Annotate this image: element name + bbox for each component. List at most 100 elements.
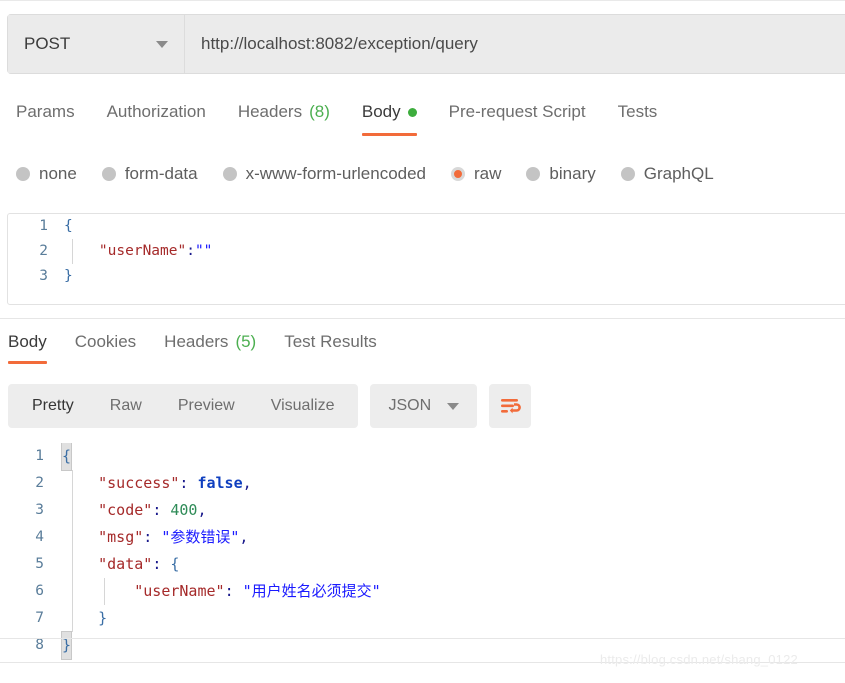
code-text: } [60,631,73,660]
radio-form-data[interactable]: form-data [86,164,207,184]
radio-raw[interactable]: raw [435,164,510,184]
request-tabs: Params Authorization Headers (8) Body Pr… [0,100,845,142]
indent-guide [72,239,73,264]
top-divider [0,0,845,1]
line-number: 6 [35,583,44,599]
radio-label: GraphQL [643,164,714,183]
code-line: 1 { [8,214,845,239]
request-url-bar: POST http://localhost:8082/exception/que… [7,14,845,74]
radio-binary[interactable]: binary [510,164,604,184]
view-mode-raw[interactable]: Raw [92,384,160,428]
tab-label: Body [361,102,401,121]
code-line: 3 "code": 400, [0,497,845,524]
code-line: 2 "userName":"" [8,239,845,264]
line-number: 7 [35,610,44,626]
line-number: 2 [35,475,44,491]
response-tab-cookies[interactable]: Cookies [61,330,150,364]
code-text: "msg": "参数错误", [62,528,249,546]
request-body-editor[interactable]: 1 { 2 "userName":"" 3 } [7,213,845,305]
response-headers-count: (5) [235,332,257,351]
tab-headers[interactable]: Headers (8) [222,100,346,136]
line-number: 1 [39,218,48,234]
indent-guide [104,578,105,605]
radio-none[interactable]: none [0,164,86,184]
line-number: 2 [39,243,48,259]
radio-label: binary [549,164,596,183]
radio-dot-icon [222,167,237,181]
code-text: { [64,218,73,234]
radio-graphql[interactable]: GraphQL [605,164,723,184]
code-text: "data": { [62,555,180,573]
response-code: 1 { 2 "success": false, 3 "code": 400, 4… [0,443,845,660]
response-view-toolbar: Pretty Raw Preview Visualize JSON [8,384,532,428]
indent-guide [72,578,73,605]
request-url-input[interactable]: http://localhost:8082/exception/query [185,15,845,73]
code-text: "success": false, [62,474,252,492]
line-number: 3 [35,502,44,518]
radio-dot-icon [101,167,116,181]
body-active-dot-icon [407,107,417,117]
code-text: "userName": "用户姓名必须提交" [62,582,381,600]
body-type-radio-group: none form-data x-www-form-urlencoded raw… [0,156,845,192]
response-tabs: Body Cookies Headers (5) Test Results [0,330,845,370]
code-line: 2 "success": false, [0,470,845,497]
chevron-down-icon [447,402,460,410]
line-number: 1 [35,448,44,464]
radio-dot-selected-icon [451,167,466,181]
code-line: 3 } [8,264,845,289]
view-mode-visualize[interactable]: Visualize [253,384,353,428]
indent-guide [72,551,73,578]
view-mode-preview[interactable]: Preview [160,384,253,428]
indent-guide [72,470,73,497]
word-wrap-icon [501,399,521,414]
tab-label: Authorization [106,102,206,121]
tab-body[interactable]: Body [346,100,433,136]
code-text: { [60,443,73,471]
tab-label: Params [16,102,75,121]
chevron-down-icon [156,40,168,48]
tab-pre-request-script[interactable]: Pre-request Script [433,100,602,136]
code-text: } [64,268,73,284]
tab-params[interactable]: Params [0,100,91,136]
tab-label: Test Results [284,332,377,351]
response-tab-test-results[interactable]: Test Results [270,330,391,364]
response-tab-headers[interactable]: Headers (5) [150,330,270,364]
watermark: https://blog.csdn.net/shang_0122 [600,652,798,667]
http-method-select[interactable]: POST [8,15,185,73]
tab-label: Tests [617,102,658,121]
section-divider [0,318,845,319]
tab-label: Headers [237,102,303,121]
code-text: } [62,609,108,627]
response-format-label: JSON [388,397,432,414]
headers-count: (8) [309,102,330,121]
radio-label: none [39,164,77,183]
code-line: 1 { [0,443,845,471]
indent-guide [72,524,73,551]
line-number: 8 [35,637,44,653]
response-body-viewer[interactable]: 1 { 2 "success": false, 3 "code": 400, 4… [0,443,845,663]
indent-guide [72,497,73,524]
view-mode-group: Pretty Raw Preview Visualize [8,384,359,428]
response-tab-body[interactable]: Body [0,330,61,364]
tab-label: Pre-request Script [448,102,586,121]
word-wrap-toggle[interactable] [489,384,532,428]
tab-label: Body [8,332,47,351]
radio-label: raw [474,164,502,183]
response-bottom-divider [0,638,845,639]
radio-x-www-form-urlencoded[interactable]: x-www-form-urlencoded [207,164,435,184]
radio-dot-icon [526,167,541,181]
indent-guide [72,605,73,632]
radio-dot-icon [16,167,30,181]
http-method-label: POST [24,34,71,53]
tab-tests[interactable]: Tests [602,100,674,136]
code-line: 7 } [0,605,845,632]
response-format-select[interactable]: JSON [370,384,478,428]
tab-authorization[interactable]: Authorization [91,100,222,136]
code-line: 5 "data": { [0,551,845,578]
tab-label: Cookies [74,332,137,351]
tab-label: Headers [164,332,229,351]
view-mode-pretty[interactable]: Pretty [14,384,92,428]
radio-label: x-www-form-urlencoded [245,164,427,183]
request-code: 1 { 2 "userName":"" 3 } [8,214,845,289]
line-number: 3 [39,268,48,284]
